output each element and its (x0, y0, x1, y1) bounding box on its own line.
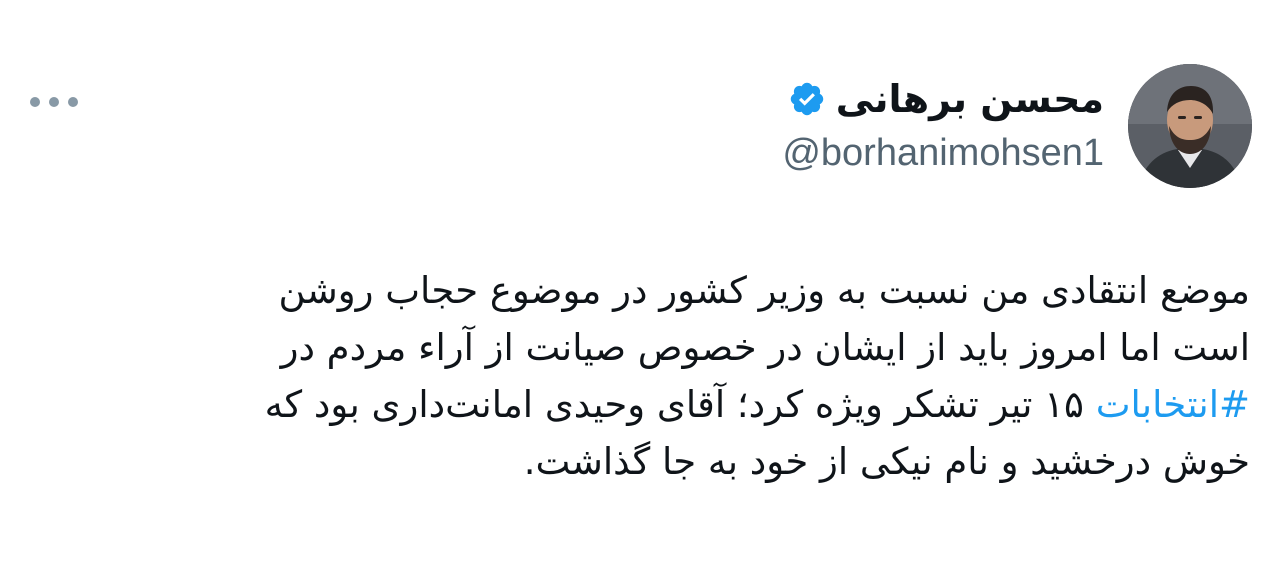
verified-badge-icon (790, 82, 823, 116)
more-options-icon-dot (49, 97, 59, 107)
tweet-text-line: است اما امروز باید از ایشان در خصوص صیان… (280, 326, 1250, 369)
author-handle[interactable]: @borhanimohsen1 (782, 128, 1104, 178)
tweet-text-line: #انتخابات ۱۵ تیر تشکر ویژه کرد؛ آقای وحی… (100, 376, 1250, 433)
tweet-card: محسن برهانی @borhanimohsen1 موضع انتقادی… (0, 0, 1280, 577)
more-options-button[interactable] (30, 90, 78, 114)
author-names: محسن برهانی @borhanimohsen1 (782, 74, 1104, 178)
more-options-icon (30, 97, 40, 107)
avatar[interactable] (1128, 64, 1252, 188)
hashtag-link[interactable]: #انتخابات (1096, 383, 1250, 426)
tweet-text-segment: ۱۵ تیر تشکر ویژه کرد؛ آقای وحیدی امانت‌د… (264, 383, 1096, 426)
tweet-text-line: خوش درخشید و نام نیکی از خود به جا گذاشت… (523, 440, 1250, 483)
tweet-text-line: موضع انتقادی من نسبت به وزیر کشور در موض… (278, 269, 1250, 312)
tweet-body: موضع انتقادی من نسبت به وزیر کشور در موض… (100, 262, 1250, 490)
name-row: محسن برهانی (782, 74, 1104, 124)
tweet-author: محسن برهانی @borhanimohsen1 (782, 64, 1252, 188)
author-display-name[interactable]: محسن برهانی (836, 74, 1104, 124)
person-avatar-icon (1128, 64, 1252, 188)
more-options-icon-dot (68, 97, 78, 107)
